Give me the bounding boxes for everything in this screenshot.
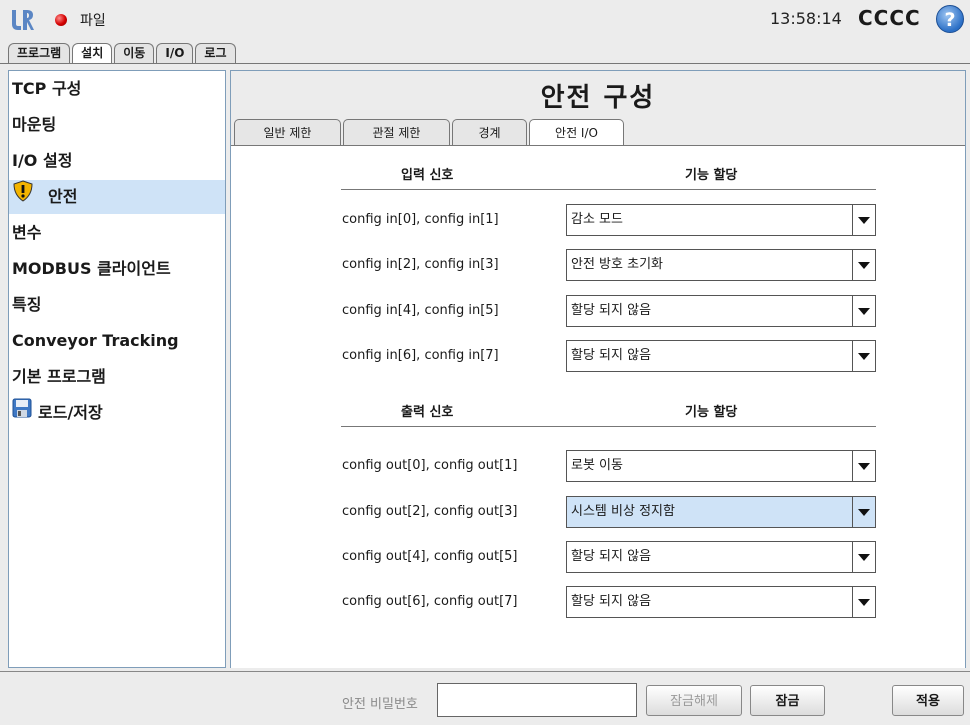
safety-password-input[interactable] [437,683,637,717]
output-signal-label: config out[6], config out[7] [342,594,518,609]
tab-boundaries[interactable]: 경계 [452,119,527,145]
safety-config-panel: 안전 구성 일반 제한 관절 제한 경계 안전 I/O 입력 신호 기능 할당 … [230,70,966,668]
tab-move[interactable]: 이동 [114,43,155,63]
select-value: 시스템 비상 정지함 [571,504,675,519]
save-disk-icon [12,396,32,430]
sidebar-item-label: Conveyor Tracking [12,331,179,350]
sidebar-item-load-save[interactable]: 로드/저장 [9,396,225,430]
robot-name: CCCC [858,6,921,30]
tab-log[interactable]: 로그 [195,43,236,63]
dropdown-arrow-icon [852,451,875,481]
output-signal-header: 출력 신호 [401,405,454,420]
bottom-divider [0,671,970,672]
tab-general-limits[interactable]: 일반 제한 [234,119,341,145]
page-title: 안전 구성 [540,83,656,113]
output-function-select[interactable]: 시스템 비상 정지함 [566,496,876,528]
sidebar-item-tcp-config[interactable]: TCP 구성 [9,72,225,106]
dropdown-arrow-icon [852,250,875,280]
output-function-select[interactable]: 할당 되지 않음 [566,541,876,573]
dropdown-arrow-icon [852,542,875,572]
select-value: 할당 되지 않음 [571,549,652,564]
select-value: 감소 모드 [571,212,623,227]
select-value: 할당 되지 않음 [571,303,652,318]
help-button[interactable]: ? [936,5,964,33]
sidebar-item-label: 로드/저장 [38,403,103,422]
select-value: 로봇 이동 [571,458,623,473]
output-function-select[interactable]: 할당 되지 않음 [566,586,876,618]
tab-io[interactable]: I/O [156,43,194,63]
tab-safety-io[interactable]: 안전 I/O [529,119,624,145]
sidebar-item-label: I/O 설정 [12,151,73,170]
sidebar-item-label: 기본 프로그램 [12,367,106,386]
sidebar-item-default-program[interactable]: 기본 프로그램 [9,360,225,394]
sidebar-item-variables[interactable]: 변수 [9,216,225,250]
output-function-select[interactable]: 로봇 이동 [566,450,876,482]
dropdown-arrow-icon [852,587,875,617]
input-signal-label: config in[2], config in[3] [342,257,499,272]
input-function-select[interactable]: 할당 되지 않음 [566,295,876,327]
sidebar-item-io-setup[interactable]: I/O 설정 [9,144,225,178]
input-function-select[interactable]: 안전 방호 초기화 [566,249,876,281]
input-signal-header: 입력 신호 [401,168,454,183]
lock-button[interactable]: 잠금 [750,685,825,716]
output-header-divider [341,426,876,427]
output-signal-label: config out[4], config out[5] [342,549,518,564]
sidebar-item-modbus-client[interactable]: MODBUS 클라이언트 [9,252,225,286]
input-function-header: 기능 할당 [685,168,738,183]
apply-button[interactable]: 적용 [892,685,964,716]
input-function-select[interactable]: 감소 모드 [566,204,876,236]
sidebar-item-label: 특징 [12,295,42,314]
sidebar-item-features[interactable]: 특징 [9,288,225,322]
output-function-header: 기능 할당 [685,405,738,420]
tab-joint-limits[interactable]: 관절 제한 [343,119,450,145]
sidebar-item-label: 안전 [48,187,78,206]
main-tab-bar: 프로그램 설치 이동 I/O 로그 [8,43,238,63]
sidebar-item-safety[interactable]: 안전 [9,180,225,214]
dropdown-arrow-icon [852,296,875,326]
input-function-select[interactable]: 할당 되지 않음 [566,340,876,372]
output-signal-label: config out[2], config out[3] [342,504,518,519]
select-value: 안전 방호 초기화 [571,257,663,272]
clock: 13:58:14 [770,9,842,28]
tab-installation[interactable]: 설치 [72,43,113,63]
input-signal-label: config in[4], config in[5] [342,303,499,318]
dropdown-arrow-icon [852,205,875,235]
question-mark-icon: ? [944,9,956,31]
sidebar-item-label: 변수 [12,223,42,242]
robot-status-indicator-icon [55,14,67,26]
input-header-divider [341,189,876,190]
tab-program[interactable]: 프로그램 [8,43,71,63]
dropdown-arrow-icon [852,497,875,527]
dropdown-arrow-icon [852,341,875,371]
tab-divider [0,63,970,64]
input-signal-label: config in[0], config in[1] [342,212,499,227]
warning-shield-icon [12,180,34,214]
file-menu[interactable]: 파일 [80,10,106,30]
safety-io-content: 입력 신호 기능 할당 config in[0], config in[1] 감… [231,145,965,668]
universal-robots-logo-icon [10,8,34,32]
select-value: 할당 되지 않음 [571,594,652,609]
top-bar: 파일 13:58:14 CCCC ? [0,0,970,40]
safety-password-label: 안전 비밀번호 [342,697,418,712]
sidebar-item-label: 마운팅 [12,115,57,134]
unlock-button[interactable]: 잠금해제 [646,685,742,716]
input-signal-label: config in[6], config in[7] [342,348,499,363]
output-signal-label: config out[0], config out[1] [342,458,518,473]
sidebar-item-label: TCP 구성 [12,79,82,98]
select-value: 할당 되지 않음 [571,348,652,363]
installation-sidebar: TCP 구성 마운팅 I/O 설정 안전 변수 MODBUS 클라이언트 특징 … [8,70,226,668]
sidebar-item-conveyor-tracking[interactable]: Conveyor Tracking [9,324,225,358]
sidebar-item-label: MODBUS 클라이언트 [12,259,171,278]
sidebar-item-mounting[interactable]: 마운팅 [9,108,225,142]
